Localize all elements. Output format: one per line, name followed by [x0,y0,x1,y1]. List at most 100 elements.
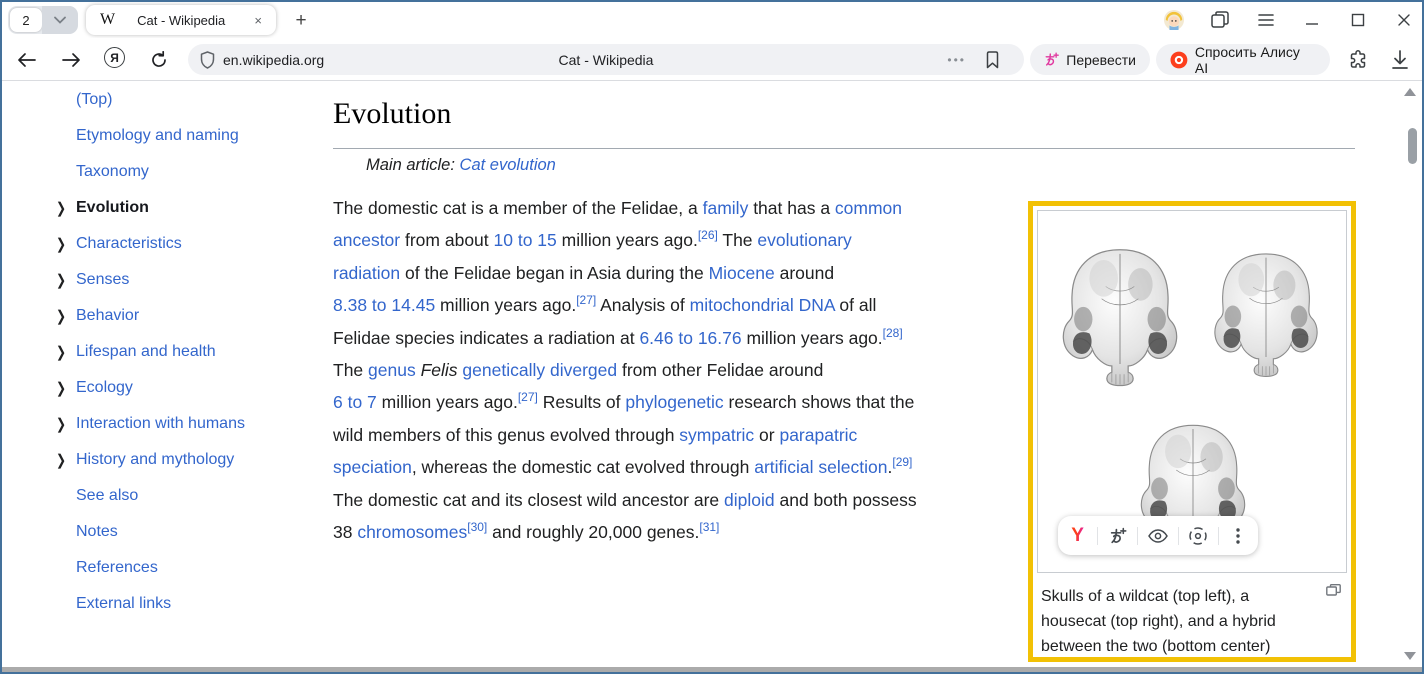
inline-link[interactable]: sympatric [679,425,754,445]
alice-avatar[interactable] [1164,10,1184,30]
inline-link[interactable]: genus [368,360,416,380]
reference-link[interactable]: [27] [576,293,596,307]
kebab-menu-icon[interactable] [1225,523,1251,549]
sidebar-item-label[interactable]: Senses [76,271,129,289]
inline-link[interactable]: Miocene [709,263,775,283]
maximize-icon[interactable] [1348,10,1368,30]
inline-link[interactable]: common [835,198,902,218]
translate-button[interactable]: Перевести [1030,44,1150,75]
translate-image-icon[interactable] [1105,523,1131,549]
sidebar-item-label[interactable]: History and mythology [76,451,234,469]
sidebar-item-label[interactable]: Characteristics [76,235,182,253]
tab-group-counter[interactable]: 2 [8,6,78,34]
sidebar-item-senses[interactable]: ❯Senses [42,262,322,298]
sidebar-item-evolution[interactable]: ❯Evolution [42,190,322,226]
scrollbar-thumb[interactable] [1408,128,1417,164]
new-tab-button[interactable]: + [288,8,314,34]
tab-close-icon[interactable]: × [250,11,266,30]
site-shield-icon[interactable] [200,51,215,69]
chevron-right-icon[interactable]: ❯ [56,271,76,289]
address-more-icon[interactable]: ••• [947,53,966,67]
inline-link[interactable]: ancestor [333,230,400,250]
side-panels-icon[interactable] [1210,10,1230,30]
sidebar-item-label[interactable]: (Top) [76,91,112,109]
reference-link[interactable]: [28] [883,326,903,340]
inline-link[interactable]: diploid [724,490,775,510]
sidebar-item-ecology[interactable]: ❯Ecology [42,370,322,406]
sidebar-item-label[interactable]: External links [76,595,171,613]
tab-group-chevron-down-icon[interactable] [42,6,78,34]
scrollbar-down-arrow[interactable] [1404,652,1416,660]
reference-link[interactable]: [27] [518,391,538,405]
inline-link[interactable]: 10 to 15 [494,230,557,250]
address-bar[interactable]: en.wikipedia.org Cat - Wikipedia ••• [188,44,1024,75]
yandex-search-icon[interactable]: Я [104,47,125,68]
sidebar-item-label[interactable]: See also [76,487,138,505]
inline-link[interactable]: parapatric [779,425,857,445]
sidebar-item-label[interactable]: Behavior [76,307,139,325]
sidebar-item-references[interactable]: References [42,550,322,586]
extensions-puzzle-icon[interactable] [1346,48,1370,72]
sidebar-item-label[interactable]: Evolution [76,199,149,217]
inline-link[interactable]: radiation [333,263,400,283]
chevron-right-icon[interactable]: ❯ [56,415,76,433]
chevron-right-icon[interactable]: ❯ [56,199,76,217]
scrollbar-up-arrow[interactable] [1404,88,1416,96]
sidebar-item-see-also[interactable]: See also [42,478,322,514]
sidebar-item-behavior[interactable]: ❯Behavior [42,298,322,334]
chevron-right-icon[interactable]: ❯ [56,235,76,253]
chevron-right-icon[interactable]: ❯ [56,307,76,325]
sidebar-item-label[interactable]: Etymology and naming [76,127,239,145]
sidebar-item-notes[interactable]: Notes [42,514,322,550]
reference-link[interactable]: [26] [698,229,718,243]
sidebar-item-top[interactable]: (Top) [42,82,322,118]
yandex-logo-icon[interactable]: Y [1065,523,1091,549]
enlarge-icon[interactable] [1326,584,1341,596]
sidebar-item-interaction-with-humans[interactable]: ❯Interaction with humans [42,406,322,442]
sidebar-item-label[interactable]: Lifespan and health [76,343,216,361]
highlighted-figure[interactable]: Y Skulls of a wildcat (top left), [1028,201,1356,662]
eye-icon[interactable] [1145,523,1171,549]
active-tab[interactable]: W Cat - Wikipedia × [86,5,276,35]
sidebar-item-external-links[interactable]: External links [42,586,322,622]
hatnote-link[interactable]: Cat evolution [460,156,556,174]
downloads-icon[interactable] [1388,48,1412,72]
reference-link[interactable]: [29] [892,455,912,469]
sidebar-item-lifespan-and-health[interactable]: ❯Lifespan and health [42,334,322,370]
inline-link[interactable]: 6.46 to 16.76 [639,328,741,348]
ask-alice-button[interactable]: Спросить Алису AI [1156,44,1330,75]
screenshot-search-icon[interactable] [1185,523,1211,549]
inline-link[interactable]: family [703,198,749,218]
inline-link[interactable]: genetically diverged [462,360,617,380]
inline-link[interactable]: 6 to 7 [333,392,377,412]
minimize-icon[interactable] [1302,10,1322,30]
sidebar-item-label[interactable]: Interaction with humans [76,415,245,433]
inline-link[interactable]: artificial selection [754,457,887,477]
sidebar-item-label[interactable]: References [76,559,158,577]
close-icon[interactable] [1394,10,1414,30]
chevron-right-icon[interactable]: ❯ [56,379,76,397]
reference-link[interactable]: [31] [699,520,719,534]
sidebar-item-characteristics[interactable]: ❯Characteristics [42,226,322,262]
url-text[interactable]: en.wikipedia.org [223,52,324,68]
reload-icon[interactable] [146,47,172,73]
chevron-right-icon[interactable]: ❯ [56,451,76,469]
tab-count-badge[interactable]: 2 [10,8,42,32]
inline-link[interactable]: evolutionary [757,230,851,250]
sidebar-item-history-and-mythology[interactable]: ❯History and mythology [42,442,322,478]
sidebar-item-label[interactable]: Ecology [76,379,133,397]
chevron-right-icon[interactable]: ❯ [56,343,76,361]
horizontal-scrollbar[interactable] [2,667,1422,672]
sidebar-item-label[interactable]: Taxonomy [76,163,149,181]
forward-icon[interactable] [58,47,84,73]
inline-link[interactable]: mitochondrial DNA [690,295,835,315]
bookmark-icon[interactable] [985,51,1000,69]
sidebar-item-taxonomy[interactable]: Taxonomy [42,154,322,190]
sidebar-item-label[interactable]: Notes [76,523,118,541]
reference-link[interactable]: [30] [467,520,487,534]
inline-link[interactable]: 8.38 to 14.45 [333,295,435,315]
sidebar-item-etymology-and-naming[interactable]: Etymology and naming [42,118,322,154]
inline-link[interactable]: speciation [333,457,412,477]
inline-link[interactable]: phylogenetic [625,392,723,412]
image-hover-toolbar[interactable]: Y [1058,516,1258,555]
